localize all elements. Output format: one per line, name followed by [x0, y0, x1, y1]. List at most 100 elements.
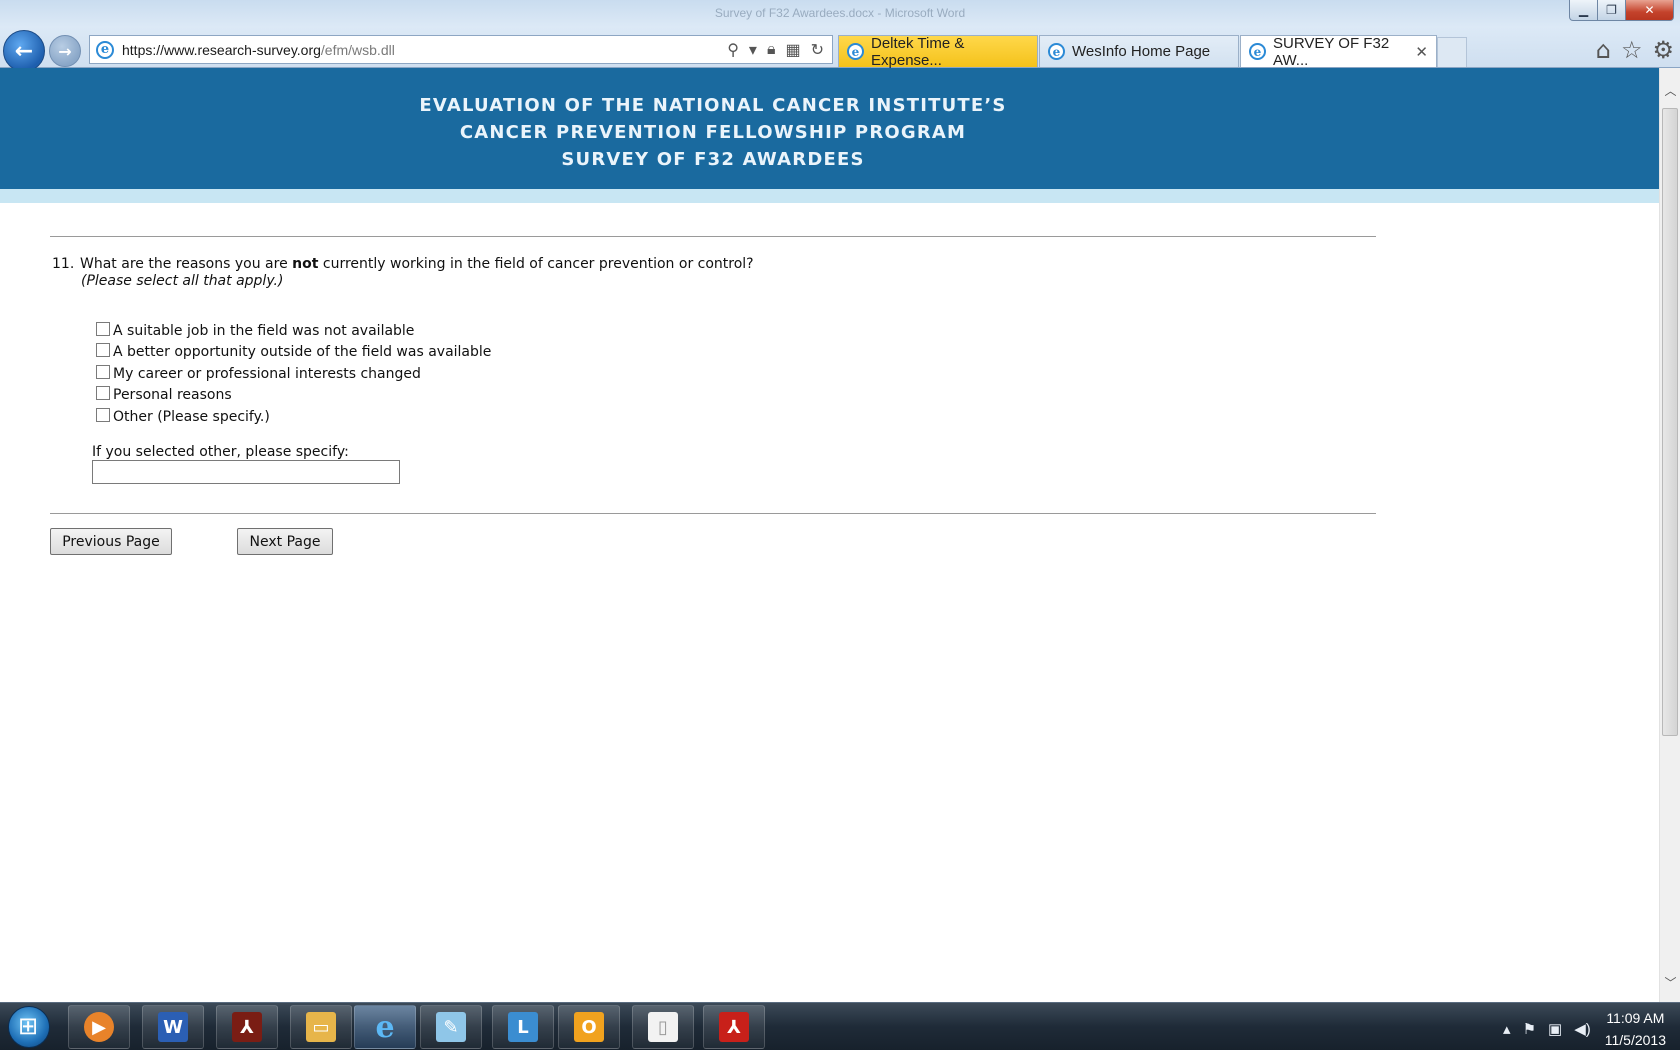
question-instruction: (Please select all that apply.) — [81, 273, 284, 289]
banner-line-2: CANCER PREVENTION FELLOWSHIP PROGRAM — [459, 122, 967, 143]
new-tab-button[interactable] — [1437, 37, 1467, 67]
compatibility-view-icon[interactable]: ▦ — [785, 40, 800, 60]
document-icon: ▯ — [648, 1012, 678, 1042]
minimize-button[interactable]: ▁ — [1569, 0, 1598, 21]
ie-tab-icon: e — [1048, 43, 1065, 60]
network-icon[interactable]: ▣ — [1548, 1020, 1562, 1038]
option-better-opportunity[interactable]: A better opportunity outside of the fiel… — [96, 342, 491, 364]
options-list: A suitable job in the field was not avai… — [96, 320, 491, 428]
tray-icons: ▴ ⚑ ▣ ◀) — [1503, 1020, 1591, 1038]
checkbox[interactable] — [96, 407, 110, 422]
taskbar-word[interactable]: W — [142, 1005, 204, 1049]
divider-top — [50, 236, 1376, 237]
page-viewport: EVALUATION OF THE NATIONAL CANCER INSTIT… — [0, 68, 1659, 1002]
tab-survey[interactable]: e SURVEY OF F32 AW... ✕ — [1240, 34, 1437, 69]
arrow-right-icon: → — [58, 41, 72, 61]
address-bar[interactable]: e https://www.research-survey.org/efm/ws… — [89, 35, 833, 64]
checkbox[interactable] — [96, 364, 110, 379]
scroll-up-icon[interactable]: ︿ — [1660, 80, 1680, 100]
outlook-icon: O — [574, 1012, 604, 1042]
tab-label: WesInfo Home Page — [1072, 43, 1211, 60]
question-text-emphasis: not — [292, 256, 319, 272]
browser-chrome: Survey of F32 Awardees.docx - Microsoft … — [0, 0, 1680, 72]
show-hidden-icons-icon[interactable]: ▴ — [1503, 1020, 1511, 1038]
scroll-thumb[interactable] — [1662, 108, 1678, 736]
vertical-scrollbar[interactable]: ︿ ﹀ — [1659, 68, 1680, 1002]
option-no-suitable-job[interactable]: A suitable job in the field was not avai… — [96, 320, 491, 342]
address-url-path: /efm/wsb.dll — [320, 41, 395, 58]
taskbar-notepad[interactable]: ✎ — [420, 1005, 482, 1049]
volume-icon[interactable]: ◀) — [1574, 1020, 1591, 1038]
back-button[interactable]: ← — [3, 30, 45, 72]
question-11: 11. What are the reasons you are not curr… — [52, 256, 754, 290]
action-center-flag-icon[interactable]: ⚑ — [1523, 1020, 1536, 1038]
home-icon[interactable]: ⌂ — [1596, 36, 1611, 64]
close-tab-icon[interactable]: ✕ — [1415, 43, 1428, 61]
specify-other-input[interactable] — [92, 460, 400, 484]
option-label: My career or professional interests chan… — [113, 365, 421, 382]
media-player-icon: ▶ — [84, 1012, 114, 1042]
browser-toolbar-icons: ⌂ ☆ ⚙ — [1596, 36, 1674, 64]
taskbar-outlook[interactable]: O — [558, 1005, 620, 1049]
taskbar-lync[interactable]: L — [492, 1005, 554, 1049]
banner-line-3: SURVEY OF F32 AWARDEES — [561, 149, 865, 170]
clock[interactable]: 11:09 AM 11/5/2013 — [1605, 1007, 1666, 1050]
taskbar-pdf-reader[interactable]: ⅄ — [703, 1005, 765, 1049]
scroll-down-icon[interactable]: ﹀ — [1660, 972, 1680, 992]
arrow-left-icon: ← — [14, 38, 34, 64]
previous-page-button[interactable]: Previous Page — [50, 528, 172, 555]
option-interests-changed[interactable]: My career or professional interests chan… — [96, 363, 491, 385]
survey-banner: EVALUATION OF THE NATIONAL CANCER INSTIT… — [0, 68, 1659, 189]
divider-bottom — [50, 513, 1376, 514]
checkbox[interactable] — [96, 343, 110, 358]
taskbar-file-explorer[interactable]: ▭ — [290, 1005, 352, 1049]
taskbar-internet-explorer[interactable]: e — [354, 1005, 416, 1049]
window-controls: ▁ ❐ ✕ — [1569, 0, 1674, 21]
clock-time: 11:09 AM — [1606, 1010, 1665, 1026]
close-window-button[interactable]: ✕ — [1626, 0, 1674, 21]
option-label: Personal reasons — [113, 387, 232, 404]
window-title: Survey of F32 Awardees.docx - Microsoft … — [714, 6, 966, 20]
clock-date: 11/5/2013 — [1604, 1032, 1666, 1048]
start-button[interactable] — [8, 1006, 50, 1048]
next-page-button[interactable]: Next Page — [237, 528, 333, 555]
settings-gear-icon[interactable]: ⚙ — [1652, 36, 1674, 64]
banner-line-1: EVALUATION OF THE NATIONAL CANCER INSTIT… — [419, 95, 1007, 116]
tab-wesinfo[interactable]: e WesInfo Home Page — [1039, 35, 1239, 67]
checkbox[interactable] — [96, 321, 110, 336]
question-text-end: currently working in the field of cancer… — [318, 256, 754, 272]
forward-button[interactable]: → — [49, 35, 81, 67]
taskbar-blank-document[interactable]: ▯ — [632, 1005, 694, 1049]
option-label: A better opportunity outside of the fiel… — [113, 344, 492, 361]
acrobat-icon: ⅄ — [232, 1012, 262, 1042]
option-label: Other (Please specify.) — [113, 408, 270, 425]
ie-tab-icon: e — [847, 43, 864, 60]
tab-label: Deltek Time & Expense... — [871, 34, 965, 69]
notepad-icon: ✎ — [436, 1012, 466, 1042]
ie-tab-icon: e — [1249, 43, 1266, 60]
taskbar-acrobat[interactable]: ⅄ — [216, 1005, 278, 1049]
address-tools: ⚲ ▾ 🔒︎ ▦ ↻ — [727, 40, 832, 60]
refresh-icon[interactable]: ↻ — [811, 40, 824, 60]
question-number: 11. — [52, 256, 75, 272]
folder-icon: ▭ — [306, 1012, 336, 1042]
banner-strip — [0, 189, 1659, 203]
pdf-icon: ⅄ — [719, 1012, 749, 1042]
search-icon[interactable]: ⚲ — [727, 40, 739, 60]
question-text-start: What are the reasons you are — [80, 256, 293, 272]
taskbar: ▶ W ⅄ ▭ e ✎ L O ▯ ⅄ ▴ ⚑ ▣ ◀) 11:09 AM 11… — [0, 1002, 1680, 1050]
option-personal-reasons[interactable]: Personal reasons — [96, 385, 491, 407]
tab-label: SURVEY OF F32 AW... — [1273, 34, 1390, 69]
dropdown-chevron-icon[interactable]: ▾ — [749, 40, 757, 60]
tab-deltek[interactable]: e Deltek Time & Expense... — [838, 34, 1038, 69]
option-label: A suitable job in the field was not avai… — [113, 322, 415, 339]
taskbar-media-player[interactable]: ▶ — [68, 1005, 130, 1049]
option-other[interactable]: Other (Please specify.) — [96, 406, 491, 428]
checkbox[interactable] — [96, 386, 110, 401]
lync-icon: L — [508, 1012, 538, 1042]
restore-button[interactable]: ❐ — [1598, 0, 1626, 21]
question-text: 11. What are the reasons you are not curr… — [52, 256, 754, 273]
address-url-host: https://www.research-survey.org — [122, 41, 321, 58]
lock-icon[interactable]: 🔒︎ — [767, 41, 776, 59]
favorites-star-icon[interactable]: ☆ — [1621, 36, 1643, 64]
